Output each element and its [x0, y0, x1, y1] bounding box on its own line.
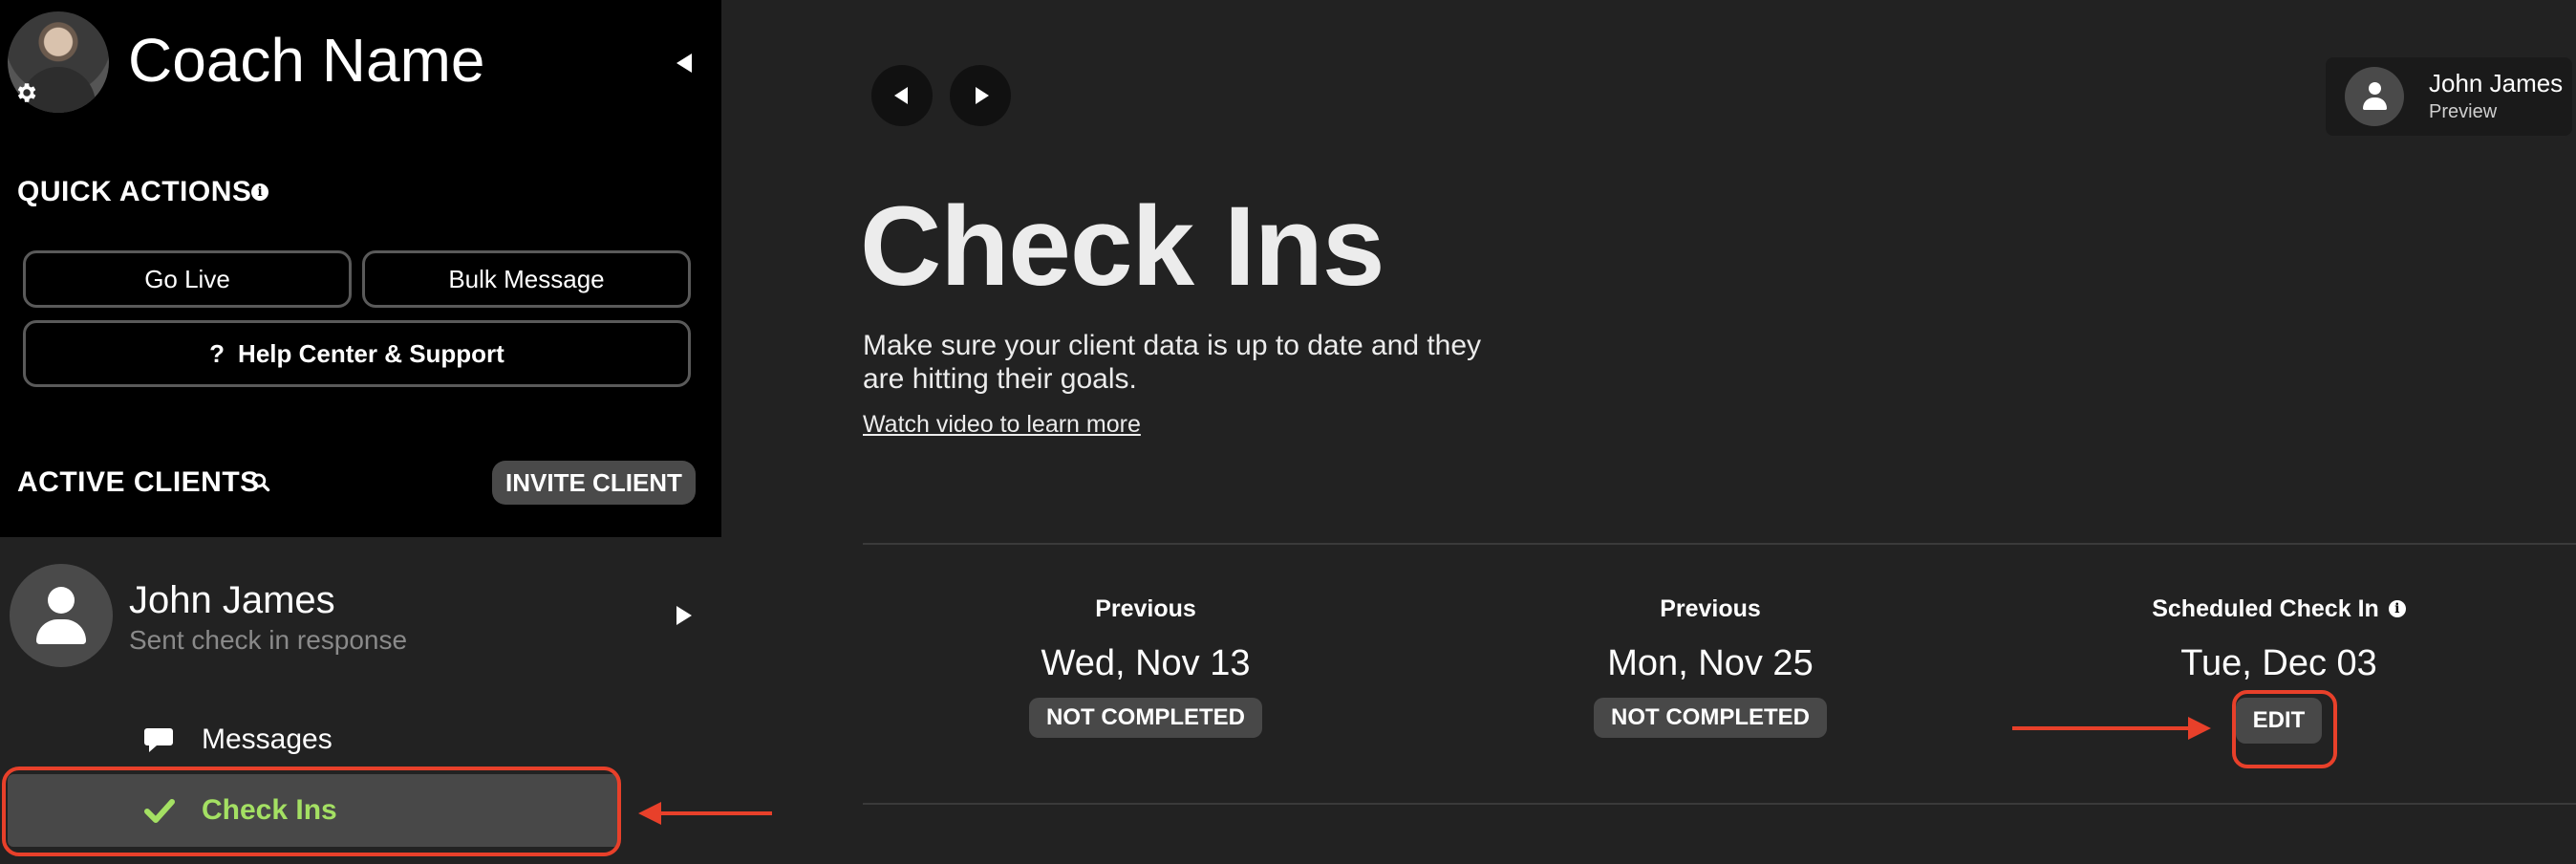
- user-name: John James: [2429, 69, 2564, 97]
- coach-name: Coach Name: [128, 26, 485, 95]
- info-icon[interactable]: i: [251, 184, 268, 201]
- help-center-button[interactable]: ? Help Center & Support: [23, 320, 691, 387]
- avatar: [2345, 67, 2404, 126]
- invite-client-button[interactable]: INVITE CLIENT: [492, 461, 696, 505]
- status-badge: NOT COMPLETED: [1029, 698, 1262, 738]
- quick-actions-title: QUICK ACTIONS: [17, 176, 252, 207]
- check-in-label: Previous: [1660, 595, 1761, 622]
- sidebar: Coach Name QUICK ACTIONS i Go Live Bulk …: [0, 0, 721, 864]
- collapse-sidebar-icon[interactable]: [676, 54, 692, 73]
- gear-icon[interactable]: [11, 78, 40, 107]
- user-subtitle: Preview: [2429, 101, 2498, 122]
- watch-video-link[interactable]: Watch video to learn more: [863, 411, 1141, 439]
- page-description: Make sure your client data is up to date…: [863, 330, 1482, 395]
- expand-client-icon[interactable]: [676, 606, 692, 625]
- scheduled-label: Scheduled Check In: [2152, 595, 2379, 622]
- check-in-date: Tue, Dec 03: [2180, 643, 2377, 683]
- next-button[interactable]: [950, 65, 1011, 126]
- help-center-label: Help Center & Support: [238, 338, 504, 368]
- avatar: [10, 564, 113, 667]
- check-in-date: Mon, Nov 25: [1607, 643, 1814, 683]
- check-in-previous-1: Previous Wed, Nov 13 NOT COMPLETED: [955, 593, 1337, 738]
- user-preview-card[interactable]: John James Preview: [2326, 57, 2572, 136]
- active-clients-title: ACTIVE CLIENTS: [17, 466, 260, 498]
- check-in-date: Wed, Nov 13: [1041, 643, 1251, 683]
- divider: [863, 803, 2576, 805]
- annotation-arrow: [638, 802, 772, 825]
- divider: [863, 543, 2576, 545]
- search-icon[interactable]: [248, 470, 273, 495]
- go-live-button[interactable]: Go Live: [23, 250, 352, 308]
- client-name: John James: [129, 579, 335, 621]
- sidebar-item-label: Messages: [202, 724, 333, 755]
- client-item[interactable]: John James Sent check in response: [0, 537, 721, 690]
- info-icon[interactable]: i: [2388, 600, 2406, 617]
- page-title: Check Ins: [860, 184, 1385, 310]
- check-in-label: Scheduled Check In i: [2088, 593, 2470, 625]
- check-in-label: Previous: [1095, 595, 1196, 622]
- sidebar-item-messages[interactable]: Messages: [8, 703, 619, 776]
- status-badge: NOT COMPLETED: [1594, 698, 1827, 738]
- previous-button[interactable]: [871, 65, 933, 126]
- chat-bubble-icon: [143, 726, 176, 755]
- sidebar-header: Coach Name QUICK ACTIONS i Go Live Bulk …: [0, 0, 721, 537]
- edit-button[interactable]: EDIT: [2235, 698, 2323, 744]
- check-in-previous-2: Previous Mon, Nov 25 NOT COMPLETED: [1519, 593, 1901, 738]
- question-icon: ?: [209, 338, 225, 368]
- bulk-message-button[interactable]: Bulk Message: [362, 250, 691, 308]
- check-in-scheduled: Scheduled Check In i Tue, Dec 03 EDIT: [2088, 593, 2470, 744]
- annotation-highlight: [2, 767, 621, 856]
- client-status: Sent check in response: [129, 625, 408, 655]
